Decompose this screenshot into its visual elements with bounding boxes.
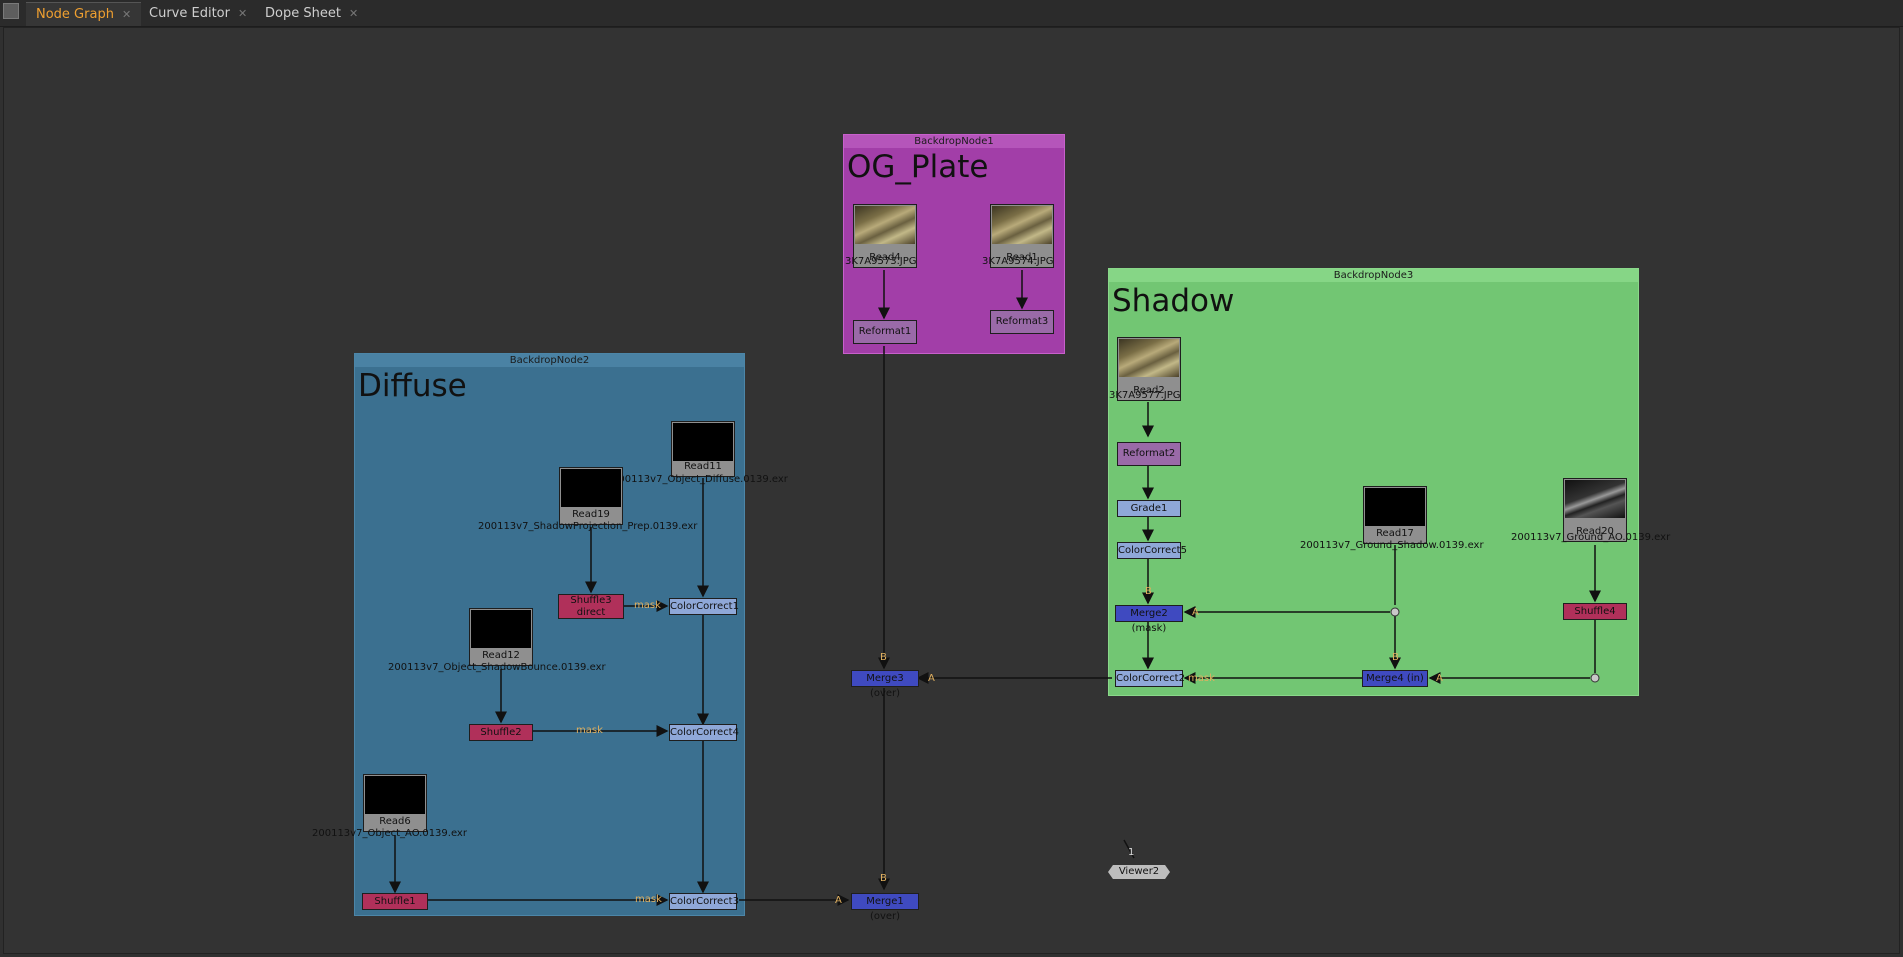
input-b-label: B [1145,586,1152,597]
colorcorrect5-node[interactable]: ColorCorrect5 [1117,542,1187,559]
reformat1-node[interactable]: Reformat1 [853,320,917,344]
read12-filename: 200113v7_Object_ShadowBounce.0139.exr [388,662,606,673]
thumbnail [471,610,531,648]
grade1-node[interactable]: Grade1 [1117,500,1181,517]
read17-node[interactable]: Read17 [1363,486,1427,544]
read12-node[interactable]: Read12 [469,608,533,666]
node-label: Shuffle3 [570,595,612,606]
node-label: Merge1 (over) [866,896,904,922]
read6-node[interactable]: Read6 [363,774,427,832]
node-label: ColorCorrect2 [1116,673,1185,684]
read1-filename: 3K7A9574.JPG [982,256,1054,267]
merge3-node[interactable]: Merge3 (over) [851,670,919,699]
read4-filename: 3K7A9573.JPG [845,256,917,267]
read2-filename: 3K7A9577.JPG [1109,390,1181,401]
colorcorrect3-node[interactable]: ColorCorrect3 [669,893,739,910]
thumbnail [1119,339,1179,377]
thumbnail [1565,480,1625,518]
thumbnail [673,423,733,461]
colorcorrect2-node[interactable]: ColorCorrect2 [1115,670,1185,687]
input-b-label: B [1392,652,1399,663]
thumbnail [561,469,621,507]
node-label: Reformat2 [1122,448,1176,459]
viewer-input-label: 1 [1128,847,1135,858]
node-label: Read11 [684,461,722,472]
shuffle2-node[interactable]: Shuffle2 [469,724,533,741]
input-b-label: B [880,652,887,663]
merge1-node[interactable]: Merge1 (over) [851,893,919,922]
node-label: Reformat1 [858,326,912,337]
node-label: ColorCorrect1 [670,601,739,612]
input-b-label: B [880,873,887,884]
node-label: Read12 [482,650,520,661]
shuffle4-node[interactable]: Shuffle4 [1563,603,1627,620]
reformat2-node[interactable]: Reformat2 [1117,442,1181,466]
colorcorrect4-node[interactable]: ColorCorrect4 [669,724,739,741]
node-label: Shuffle2 [480,727,522,738]
mask-label: mask [635,894,662,905]
node-label: Viewer2 [1118,866,1160,877]
input-a-label: A [835,895,842,906]
read19-node[interactable]: Read19 [559,467,623,525]
node-label: ColorCorrect4 [670,727,739,738]
node-label: Read19 [572,509,610,520]
read20-filename: 200113v7_Ground_AO.0139.exr [1511,532,1671,543]
thumbnail [365,776,425,814]
node-label: Shuffle1 [374,896,416,907]
input-a-label: A [1192,607,1199,618]
node-label: Reformat3 [995,316,1049,327]
shuffle1-node[interactable]: Shuffle1 [362,893,428,910]
mask-label: mask [634,600,661,611]
colorcorrect1-node[interactable]: ColorCorrect1 [669,598,739,615]
shuffle3-node[interactable]: Shuffle3 direct [558,594,624,619]
node-label: Merge2 (mask) [1130,608,1168,634]
merge4-node[interactable]: Merge4 (in) [1362,670,1428,687]
node-label: Read17 [1376,528,1414,539]
node-label: Merge3 (over) [866,673,904,699]
mask-label: mask [576,725,603,736]
node-label: ColorCorrect5 [1118,545,1187,556]
viewer2-node[interactable]: Viewer2 [1108,865,1170,879]
input-a-label: A [928,673,935,684]
read17-filename: 200113v7_Ground_Shadow.0139.exr [1300,540,1484,551]
read11-node[interactable]: Read11 [671,421,735,477]
read19-filename: 200113v7_ShadowProjection_Prep.0139.exr [478,521,698,532]
node-label: Read6 [379,816,411,827]
node-label: Merge4 (in) [1366,673,1424,684]
thumbnail [1365,488,1425,526]
mask-label: mask [1188,673,1215,684]
node-label: ColorCorrect3 [670,896,739,907]
thumbnail [992,206,1052,244]
reformat3-node[interactable]: Reformat3 [990,310,1054,334]
read6-filename: 200113v7_Object_AO.0139.exr [312,828,467,839]
input-a-label: A [1436,673,1443,684]
merge2-node[interactable]: Merge2 (mask) [1115,605,1183,634]
thumbnail [855,206,915,244]
read11-filename: 200113v7_Object_Diffuse.0139.exr [612,474,788,485]
node-sublabel: direct [576,607,606,618]
node-label: Grade1 [1130,503,1168,514]
node-label: Shuffle4 [1574,606,1616,617]
